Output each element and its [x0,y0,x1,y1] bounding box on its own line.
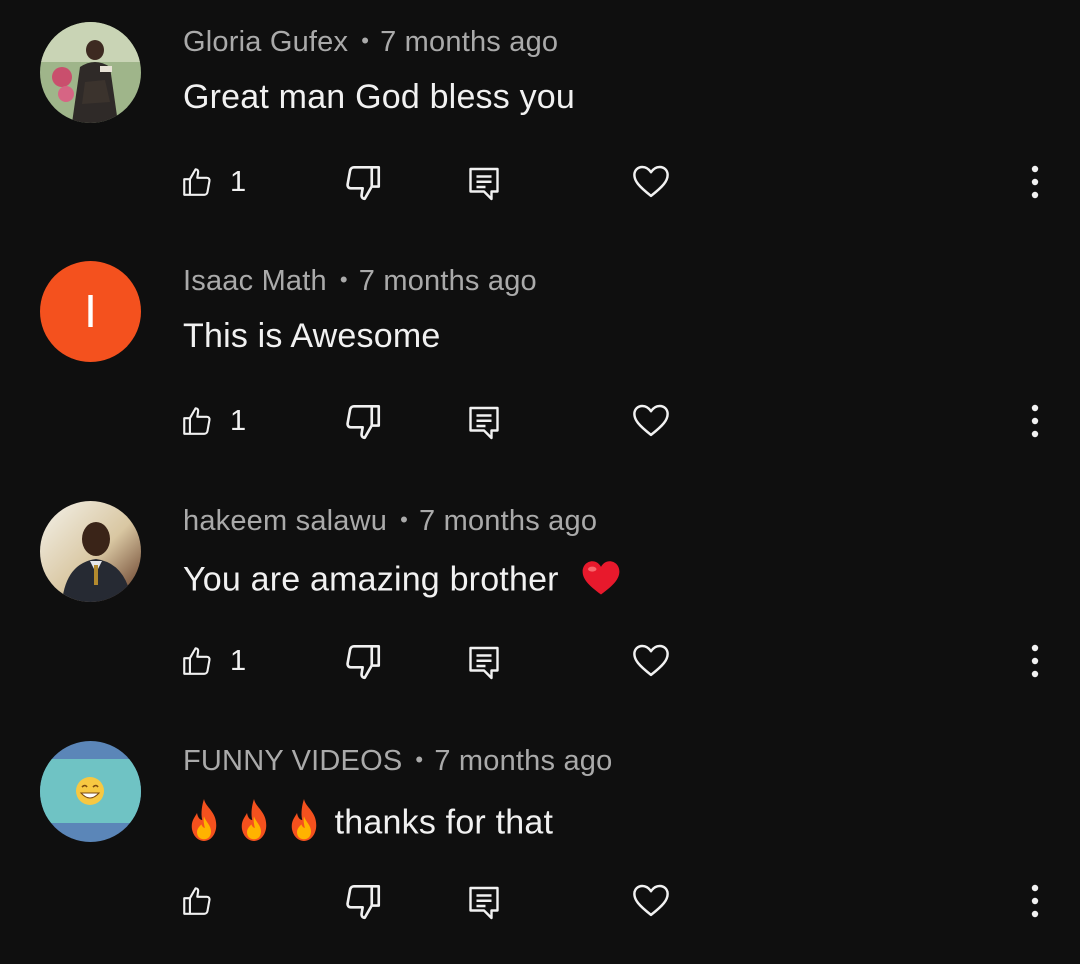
fire-emoji [233,797,275,852]
avatar-letter: I [84,285,97,337]
comment-item: FUNNY VIDEOS • 7 months ago thanks for tha… [0,719,1080,958]
avatar[interactable] [40,501,141,602]
heart-button[interactable] [630,160,672,202]
reply-icon [469,406,499,440]
comment-meta: hakeem salawu • 7 months ago [183,505,597,538]
avatar[interactable] [40,741,141,842]
heart-button[interactable] [630,399,672,441]
reply-icon [469,646,499,680]
comment-time[interactable]: 7 months ago [419,505,597,537]
meta-separator: • [361,28,370,53]
more-options-button[interactable] [1020,164,1050,200]
comment-text-body: Great man God bless you [183,78,576,116]
like-count: 1 [230,404,247,437]
thumbs-down-icon [346,644,381,680]
like-button[interactable] [180,877,230,925]
reply-icon [469,167,499,201]
avatar-photo-icon [40,22,141,123]
reply-button[interactable] [466,643,502,683]
comment-time[interactable]: 7 months ago [380,26,558,58]
heart-emoji [580,557,622,606]
avatar[interactable]: I [40,261,141,362]
meta-separator: • [415,747,424,772]
more-options-button[interactable] [1020,643,1050,679]
comment-meta: Isaac Math • 7 months ago [183,265,537,298]
thumbs-up-icon [183,647,211,675]
comment-text: Great man God bless you [183,78,575,117]
author-name[interactable]: FUNNY VIDEOS [183,745,402,777]
reply-button[interactable] [466,883,502,923]
more-vert-icon [1031,884,1039,918]
meta-separator: • [339,267,348,292]
fire-emoji [183,797,225,852]
avatar-grinning-face-icon [40,741,141,842]
comment-text: thanks for that [183,797,553,852]
thumbs-down-icon [346,884,381,920]
comment-time[interactable]: 7 months ago [359,265,537,297]
thumbs-up-icon [183,887,211,915]
comment-actions [0,877,1080,925]
reply-button[interactable] [466,403,502,443]
avatar-photo-icon [40,501,141,602]
comment-item: I Isaac Math • 7 months ago This is Awesom… [0,239,1080,478]
comment-text-body: thanks for that [334,803,554,842]
comment-actions: 1 [0,158,1080,206]
avatar-letter-icon: I [40,261,141,362]
comment-item: hakeem salawu • 7 months ago You are amazi… [0,479,1080,718]
comment-text: This is Awesome [183,317,440,356]
more-options-button[interactable] [1020,403,1050,439]
heart-icon [633,404,669,437]
comment-text-body: You are amazing brother [183,560,559,599]
like-button[interactable]: 1 [180,637,246,685]
thumbs-up-icon [183,168,211,196]
author-name[interactable]: Gloria Gufex [183,26,348,58]
fire-icon [241,799,267,841]
heart-button[interactable] [630,879,672,921]
comment-meta: Gloria Gufex • 7 months ago [183,26,558,59]
like-button[interactable]: 1 [180,397,246,445]
red-heart-icon [582,561,620,595]
heart-icon [633,165,669,198]
comment-text-body: This is Awesome [183,317,441,355]
meta-separator: • [400,507,409,532]
like-button[interactable]: 1 [180,158,246,206]
reply-button[interactable] [466,164,502,204]
dislike-button[interactable] [342,162,384,204]
comment-text: You are amazing brother [183,557,622,606]
heart-icon [633,884,669,917]
dislike-button[interactable] [342,641,384,683]
fire-emoji [283,797,325,852]
more-vert-icon [1031,165,1039,199]
comment-time[interactable]: 7 months ago [434,745,612,777]
comment-actions: 1 [0,637,1080,685]
author-name[interactable]: Isaac Math [183,265,327,297]
more-vert-icon [1031,644,1039,678]
thumbs-down-icon [346,404,381,440]
avatar[interactable] [40,22,141,123]
more-options-button[interactable] [1020,883,1050,919]
dislike-button[interactable] [342,401,384,443]
reply-icon [469,886,499,920]
heart-icon [633,644,669,677]
like-count: 1 [230,644,247,677]
fire-icon [191,799,217,841]
author-name[interactable]: hakeem salawu [183,505,387,537]
comment-item: Gloria Gufex • 7 months ago Great man God … [0,0,1080,239]
thumbs-up-icon [183,407,211,435]
dislike-button[interactable] [342,881,384,923]
like-count: 1 [230,165,247,198]
comment-actions: 1 [0,397,1080,445]
more-vert-icon [1031,404,1039,438]
heart-button[interactable] [630,639,672,681]
fire-icon [291,799,317,841]
thumbs-down-icon [346,165,381,201]
comment-meta: FUNNY VIDEOS • 7 months ago [183,745,612,778]
